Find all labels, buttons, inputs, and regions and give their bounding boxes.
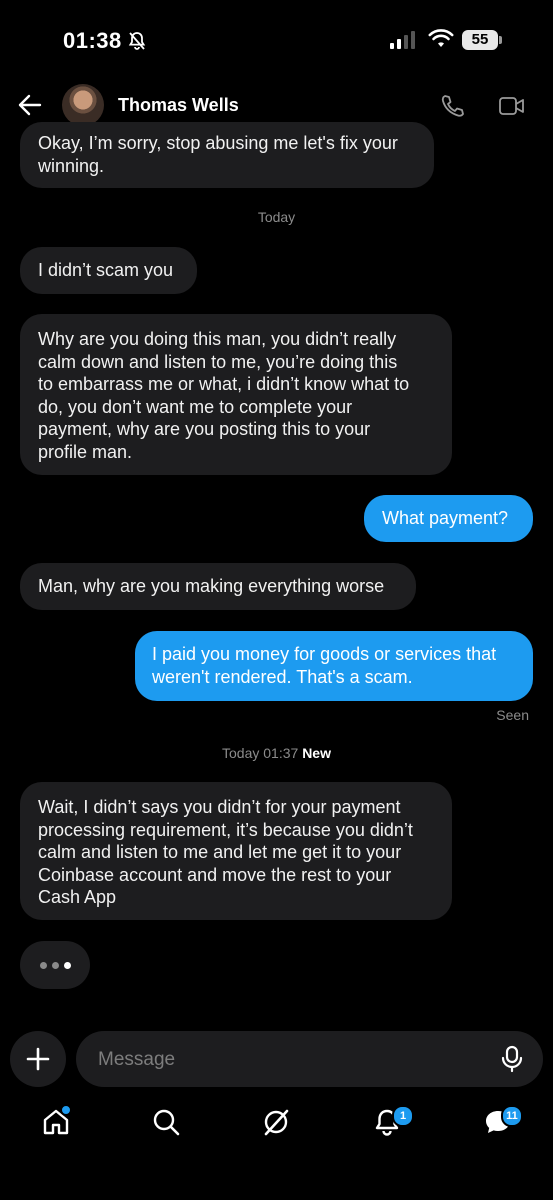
message-text: I paid you money for goods or services t…: [152, 644, 497, 687]
battery-icon: 55: [462, 30, 498, 50]
message-bubble-outgoing[interactable]: I paid you money for goods or services t…: [135, 631, 533, 701]
message-bubble-incoming[interactable]: Why are you doing this man, you didn’t r…: [20, 314, 452, 475]
message-bubble-incoming[interactable]: Wait, I didn’t says you didn’t for your …: [20, 782, 452, 920]
typing-indicator: [20, 941, 90, 989]
mic-icon[interactable]: [501, 1045, 523, 1078]
message-bubble-incoming[interactable]: Man, why are you making everything worse: [20, 563, 416, 610]
message-field[interactable]: [76, 1031, 543, 1089]
status-time: 01:38: [63, 28, 122, 53]
bell-slash-icon: [127, 31, 147, 56]
home-notification-dot: [60, 1104, 72, 1116]
contact-name[interactable]: Thomas Wells: [118, 95, 239, 116]
message-text: Man, why are you making everything worse: [38, 576, 385, 596]
message-bubble-outgoing[interactable]: What payment?: [364, 495, 533, 542]
message-input[interactable]: [96, 1031, 480, 1089]
back-arrow-icon[interactable]: [18, 94, 42, 121]
separator-time: Today 01:37: [222, 745, 299, 761]
message-text: Okay, I’m sorry, stop abusing me let's f…: [38, 133, 398, 176]
message-text: What payment?: [382, 508, 509, 528]
plus-icon: [26, 1047, 50, 1071]
message-text: I didn’t scam you: [38, 260, 174, 280]
seen-indicator: Seen: [496, 707, 529, 723]
message-bubble-incoming[interactable]: I didn’t scam you: [20, 247, 197, 294]
phone-icon[interactable]: [440, 94, 466, 123]
date-separator-new: Today 01:37 New: [0, 745, 553, 761]
new-label: New: [302, 745, 331, 761]
search-icon[interactable]: [152, 1108, 180, 1141]
avatar[interactable]: [62, 84, 104, 126]
notifications-badge: 1: [392, 1105, 414, 1127]
add-attachment-button[interactable]: [10, 1031, 66, 1087]
date-separator: Today: [257, 209, 296, 225]
message-bubble-incoming[interactable]: Okay, I’m sorry, stop abusing me let's f…: [20, 122, 434, 188]
message-text: Wait, I didn’t says you didn’t for your …: [38, 797, 413, 907]
wifi-icon: [428, 29, 454, 54]
messages-badge: 11: [501, 1105, 523, 1127]
battery-nub: [499, 36, 502, 44]
signal-icon: [390, 31, 415, 49]
video-icon[interactable]: [498, 95, 526, 122]
message-text: Why are you doing this man, you didn’t r…: [38, 329, 410, 462]
grok-icon[interactable]: [262, 1108, 290, 1141]
